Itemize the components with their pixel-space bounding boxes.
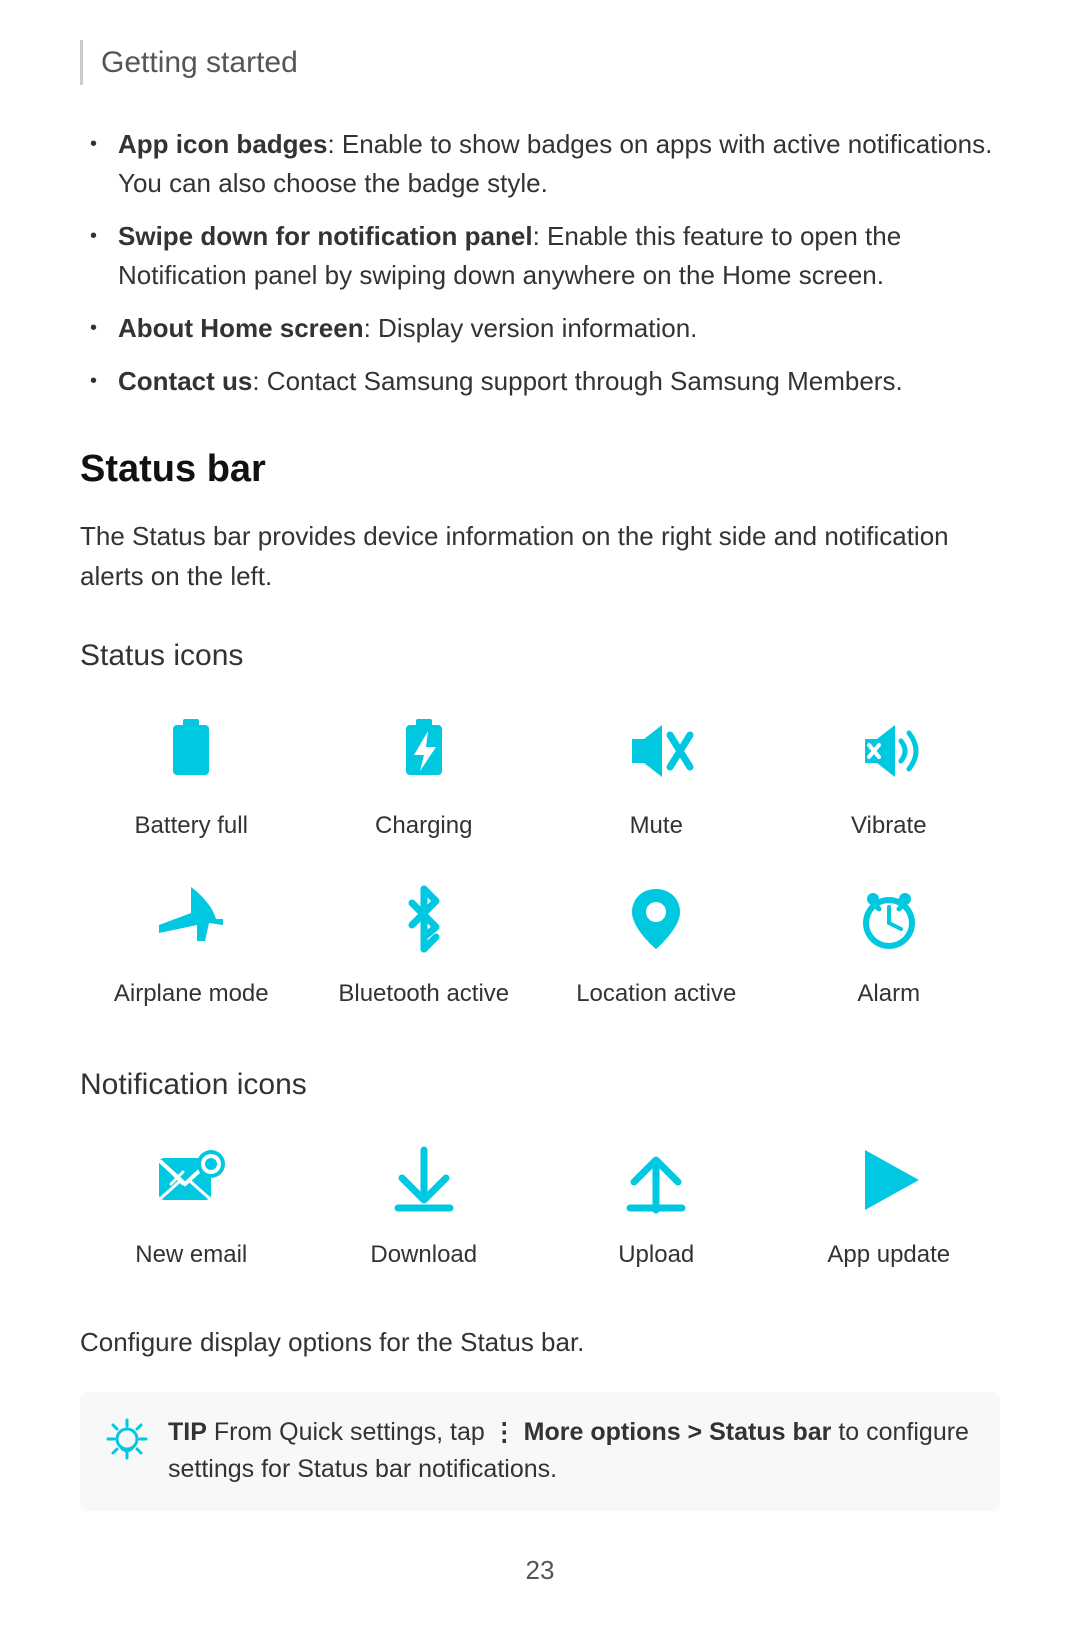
alarm-label: Alarm [857, 976, 920, 1012]
tip-icon [104, 1416, 150, 1474]
upload-label: Upload [618, 1237, 694, 1273]
status-icon-mute: Mute [545, 706, 768, 844]
bluetooth-icon [379, 874, 469, 964]
status-bar-description: The Status bar provides device informati… [80, 516, 1000, 597]
tip-text-content: TIP From Quick settings, tap ⋮ More opti… [168, 1414, 976, 1489]
new-email-icon [146, 1135, 236, 1225]
new-email-label: New email [135, 1237, 247, 1273]
location-icon [611, 874, 701, 964]
notification-icons-grid: New email Download Upload [80, 1135, 1000, 1273]
vibrate-label: Vibrate [851, 808, 927, 844]
notification-icon-app-update: App update [778, 1135, 1001, 1273]
tip-prefix: TIP [168, 1418, 207, 1446]
app-update-icon [844, 1135, 934, 1225]
bullet-list: App icon badges: Enable to show badges o… [80, 125, 1000, 401]
charging-icon [379, 706, 469, 796]
status-icons-grid: Battery full Charging Mute [80, 706, 1000, 1012]
location-label: Location active [576, 976, 736, 1012]
vibrate-icon [844, 706, 934, 796]
upload-icon [611, 1135, 701, 1225]
download-icon [379, 1135, 469, 1225]
alarm-icon [844, 874, 934, 964]
airplane-icon [146, 874, 236, 964]
page-number: 23 [80, 1551, 1000, 1590]
status-icon-vibrate: Vibrate [778, 706, 1001, 844]
mute-label: Mute [630, 808, 683, 844]
tip-body: From Quick settings, tap [214, 1418, 492, 1446]
status-icon-battery-full: Battery full [80, 706, 303, 844]
bullet-term-2: Swipe down for notification panel [118, 221, 533, 251]
status-icon-airplane: Airplane mode [80, 874, 303, 1012]
bullet-item-4: Contact us: Contact Samsung support thro… [90, 362, 1000, 401]
status-icon-alarm: Alarm [778, 874, 1001, 1012]
charging-label: Charging [375, 808, 472, 844]
bullet-item-2: Swipe down for notification panel: Enabl… [90, 217, 1000, 295]
battery-full-label: Battery full [135, 808, 248, 844]
app-update-label: App update [827, 1237, 950, 1273]
bullet-text-4: : Contact Samsung support through Samsun… [252, 366, 902, 396]
status-bar-title: Status bar [80, 441, 1000, 498]
status-icon-charging: Charging [313, 706, 536, 844]
bullet-term-1: App icon badges [118, 129, 327, 159]
battery-full-icon [146, 706, 236, 796]
page-header: Getting started [80, 40, 1000, 85]
tip-box: TIP From Quick settings, tap ⋮ More opti… [80, 1392, 1000, 1511]
status-icon-location: Location active [545, 874, 768, 1012]
tip-bold: ⋮ More options > Status bar [492, 1418, 832, 1446]
configure-text: Configure display options for the Status… [80, 1323, 1000, 1362]
page-header-title: Getting started [101, 46, 298, 79]
notification-icons-title: Notification icons [80, 1062, 1000, 1107]
mute-icon [611, 706, 701, 796]
status-icon-bluetooth: Bluetooth active [313, 874, 536, 1012]
airplane-label: Airplane mode [114, 976, 269, 1012]
bullet-term-3: About Home screen [118, 313, 364, 343]
bluetooth-label: Bluetooth active [338, 976, 509, 1012]
notification-icon-download: Download [313, 1135, 536, 1273]
bullet-item-3: About Home screen: Display version infor… [90, 309, 1000, 348]
status-icons-title: Status icons [80, 633, 1000, 678]
bullet-text-3: : Display version information. [364, 313, 698, 343]
bullet-term-4: Contact us [118, 366, 252, 396]
bullet-item-1: App icon badges: Enable to show badges o… [90, 125, 1000, 203]
notification-icon-upload: Upload [545, 1135, 768, 1273]
notification-icon-email: New email [80, 1135, 303, 1273]
download-label: Download [370, 1237, 477, 1273]
